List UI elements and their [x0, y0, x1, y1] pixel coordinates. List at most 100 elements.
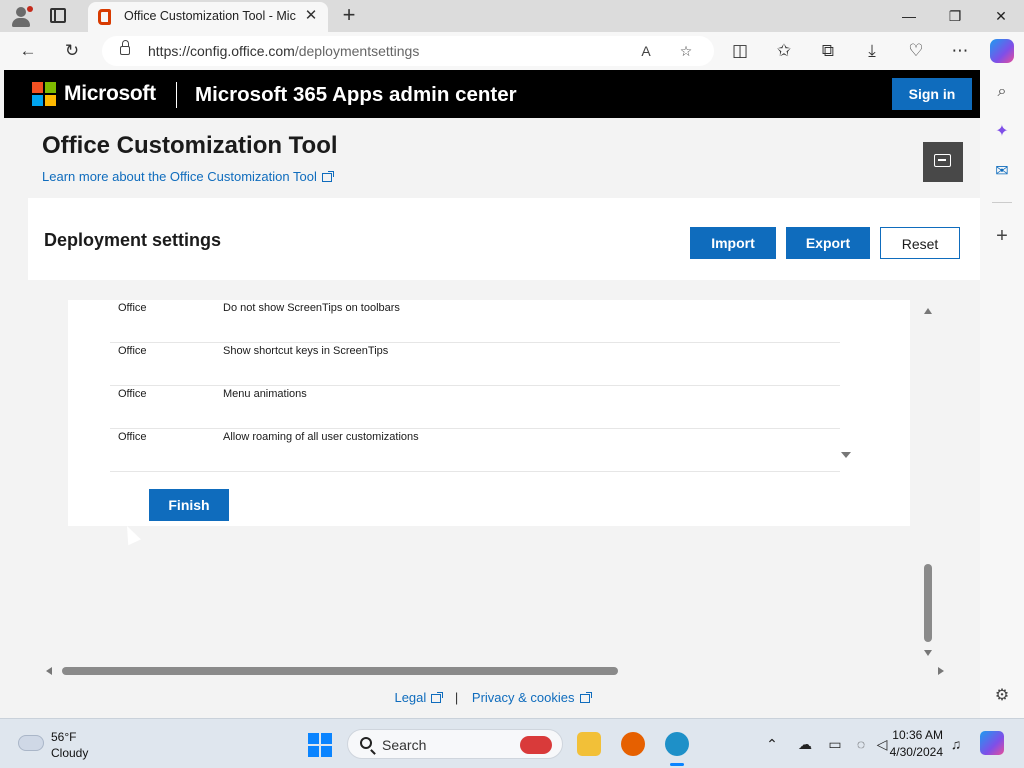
- browser-essentials-icon[interactable]: ♡: [904, 40, 928, 62]
- search-highlight-icon: [520, 736, 552, 754]
- windows-taskbar: 56°F Cloudy Search ⌃ ☁ ▭ ◌ ◁ 10:36 AM 4/…: [0, 718, 1024, 768]
- footer-separator: |: [454, 690, 459, 705]
- sign-in-button[interactable]: Sign in: [892, 78, 972, 110]
- favorite-star-icon[interactable]: ☆: [676, 41, 696, 61]
- maximize-button[interactable]: ❐: [932, 0, 978, 32]
- finish-button[interactable]: Finish: [149, 489, 229, 521]
- outlook-icon[interactable]: ✉: [992, 162, 1012, 182]
- weather-temperature[interactable]: 56°F: [51, 730, 76, 744]
- learn-more-label: Learn more about the Office Customizatio…: [42, 169, 317, 184]
- edge-sidebar: ⌕ ✦ ✉ + ⚙: [980, 70, 1024, 718]
- browser-tab-strip: Office Customization Tool - Microsoft 36…: [0, 0, 1024, 32]
- windows-start-icon[interactable]: [308, 733, 332, 757]
- external-link-icon: [579, 692, 592, 703]
- page-footer: Legal | Privacy & cookies: [4, 690, 980, 718]
- external-link-icon: [431, 692, 444, 703]
- page-title: Office Customization Tool: [42, 132, 338, 159]
- network-icon[interactable]: ◌: [852, 736, 870, 752]
- back-icon[interactable]: ←: [16, 40, 40, 62]
- browser-tab[interactable]: Office Customization Tool - Microsoft 36…: [88, 2, 328, 32]
- url-text[interactable]: https://config.office.com/deploymentsett…: [148, 43, 419, 59]
- notification-bell-icon[interactable]: ♫: [948, 736, 964, 752]
- scroll-up-icon[interactable]: [924, 308, 932, 314]
- show-hidden-icons-chevron-icon[interactable]: ⌃: [764, 736, 780, 752]
- minimize-button[interactable]: —: [886, 0, 932, 32]
- product-title[interactable]: Microsoft 365 Apps admin center: [195, 83, 517, 107]
- downloads-icon[interactable]: ⤓: [860, 40, 884, 62]
- header-divider: [176, 82, 177, 108]
- row-setting: Menu animations: [223, 388, 307, 400]
- vertical-scroll-thumb[interactable]: [924, 564, 932, 642]
- favorites-icon[interactable]: ✩: [772, 40, 796, 62]
- horizontal-scroll-thumb[interactable]: [62, 667, 618, 675]
- cloudy-weather-icon[interactable]: [18, 735, 44, 751]
- privacy-label: Privacy & cookies: [471, 690, 575, 705]
- page-viewport: Microsoft Microsoft 365 Apps admin cente…: [4, 70, 980, 718]
- privacy-link[interactable]: Privacy & cookies: [471, 690, 592, 705]
- edge-icon[interactable]: [665, 732, 689, 756]
- taskbar-search-label: Search: [382, 737, 427, 753]
- row-app: Office: [118, 345, 147, 357]
- copilot-icon[interactable]: [990, 39, 1014, 63]
- scroll-left-icon[interactable]: [46, 667, 52, 675]
- url-path: /deploymentsettings: [294, 43, 420, 59]
- learn-more-link[interactable]: Learn more about the Office Customizatio…: [42, 169, 334, 184]
- address-bar[interactable]: https://config.office.com/deploymentsett…: [102, 36, 714, 66]
- new-tab-icon[interactable]: +: [338, 4, 360, 26]
- settings-list-panel: Office Do not show ScreenTips on toolbar…: [68, 300, 910, 526]
- firefox-icon[interactable]: [621, 732, 645, 756]
- sidebar-settings-gear-icon[interactable]: ⚙: [992, 686, 1012, 706]
- site-header: Microsoft Microsoft 365 Apps admin cente…: [4, 70, 980, 118]
- profile-icon[interactable]: [10, 6, 33, 28]
- copilot-taskbar-icon[interactable]: [980, 731, 1004, 755]
- search-icon[interactable]: ⌕: [992, 82, 1012, 102]
- import-button[interactable]: Import: [690, 227, 776, 259]
- more-menu-icon[interactable]: ⋯: [948, 40, 972, 62]
- vertical-scrollbar[interactable]: [922, 302, 934, 662]
- list-scroll-down-icon[interactable]: [841, 452, 851, 458]
- refresh-icon[interactable]: ↻: [60, 40, 84, 62]
- clock-date[interactable]: 4/30/2024: [883, 745, 943, 759]
- feedback-button[interactable]: [923, 142, 963, 182]
- add-sidebar-app-icon[interactable]: +: [992, 226, 1012, 246]
- close-window-button[interactable]: ✕: [978, 0, 1024, 32]
- table-row[interactable]: Office Allow roaming of all user customi…: [110, 429, 840, 472]
- active-app-indicator: [670, 763, 684, 766]
- row-setting: Allow roaming of all user customizations: [223, 431, 419, 443]
- legal-label: Legal: [394, 690, 427, 705]
- microsoft-brand[interactable]: Microsoft: [64, 82, 156, 106]
- table-row[interactable]: Office Menu animations: [110, 386, 840, 429]
- reset-button[interactable]: Reset: [880, 227, 960, 259]
- clock-time[interactable]: 10:36 AM: [887, 728, 943, 742]
- tab-title: Office Customization Tool - Microsoft 36…: [124, 9, 296, 23]
- copilot-sidebar-icon[interactable]: ✦: [992, 122, 1012, 142]
- legal-link[interactable]: Legal: [394, 690, 444, 705]
- weather-description[interactable]: Cloudy: [51, 746, 88, 760]
- display-icon[interactable]: ▭: [826, 736, 844, 752]
- scroll-right-icon[interactable]: [938, 667, 944, 675]
- external-link-icon: [321, 171, 334, 182]
- feedback-icon: [934, 154, 951, 167]
- close-tab-icon[interactable]: ✕: [302, 7, 320, 25]
- row-app: Office: [118, 302, 147, 314]
- settings-list-area: Office Do not show ScreenTips on toolbar…: [38, 290, 960, 668]
- collections-icon[interactable]: ⧉: [816, 40, 840, 62]
- table-row[interactable]: Office Show shortcut keys in ScreenTips: [110, 343, 840, 386]
- row-app: Office: [118, 431, 147, 443]
- split-screen-icon[interactable]: ◫: [728, 40, 752, 62]
- table-row[interactable]: Office Do not show ScreenTips on toolbar…: [110, 300, 840, 343]
- office-favicon-icon: [98, 9, 111, 25]
- tab-actions-icon[interactable]: [50, 8, 66, 23]
- microsoft-logo-icon[interactable]: [32, 82, 56, 106]
- scroll-down-icon[interactable]: [924, 650, 932, 656]
- search-icon: [360, 737, 372, 749]
- taskbar-search-box[interactable]: Search: [347, 729, 563, 759]
- read-aloud-icon[interactable]: A: [636, 41, 656, 61]
- onedrive-icon[interactable]: ☁: [795, 736, 815, 752]
- export-button[interactable]: Export: [786, 227, 870, 259]
- file-explorer-icon[interactable]: [577, 732, 601, 756]
- horizontal-scrollbar[interactable]: [38, 664, 950, 678]
- row-app: Office: [118, 388, 147, 400]
- row-setting: Show shortcut keys in ScreenTips: [223, 345, 389, 357]
- lock-icon[interactable]: [120, 40, 130, 55]
